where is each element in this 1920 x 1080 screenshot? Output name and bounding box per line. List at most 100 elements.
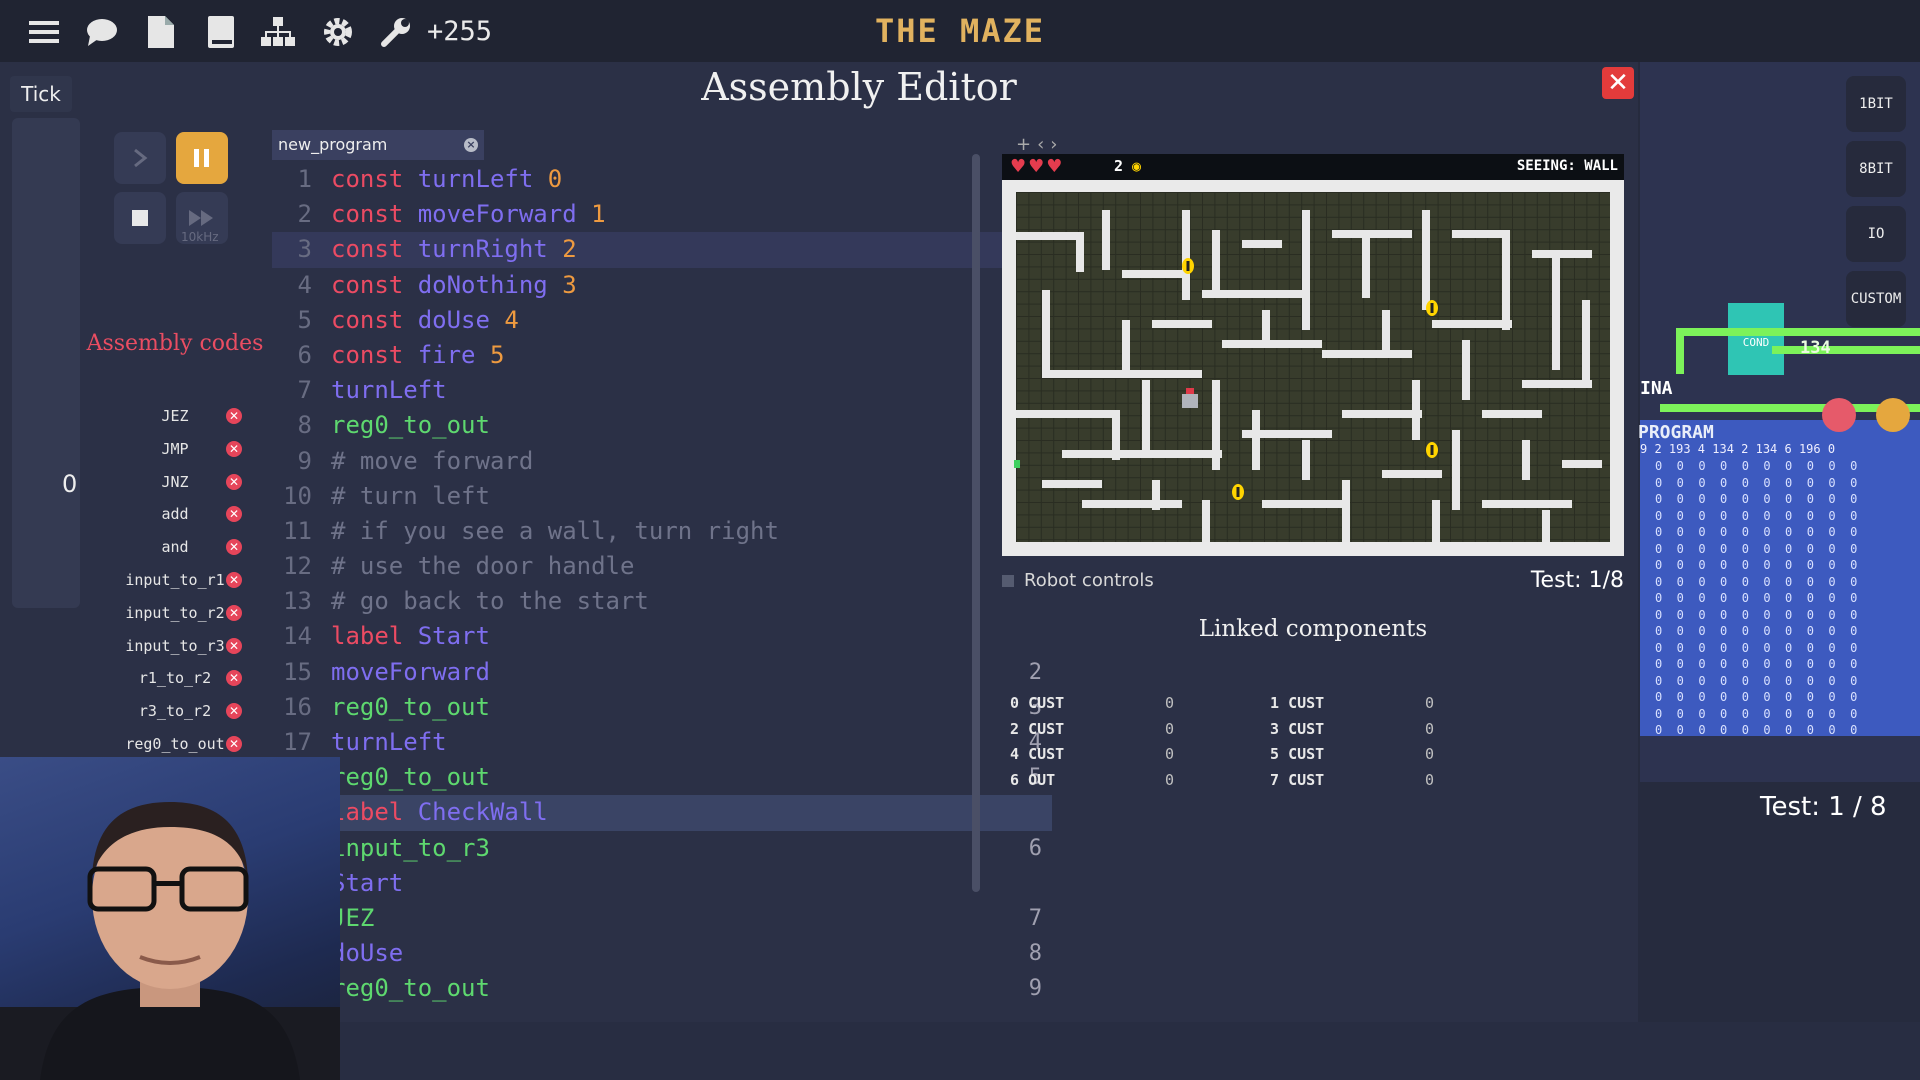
pause-button[interactable] [176,132,228,184]
wrench-icon[interactable] [378,14,414,50]
remove-code-icon[interactable]: ✕ [226,473,242,490]
code-scrollbar[interactable] [972,154,980,892]
code-line[interactable]: label CheckWall [272,795,1052,831]
tick-button[interactable]: Tick [10,76,72,112]
code-line[interactable]: 15 moveForward 2 [272,655,1052,690]
code-line[interactable]: 1 const turnLeft 0 [272,162,1052,197]
chat-icon[interactable] [84,14,120,50]
component-io-button[interactable]: IO [1846,206,1906,262]
line-number: 5 [297,305,312,334]
line-text: const doNothing 3 [331,270,577,299]
code-line[interactable]: 6 const fire 5 [272,338,1052,373]
component-8bit-button[interactable]: 8BIT [1846,141,1906,197]
code-line[interactable]: doUse 8 [272,936,1052,971]
code-line[interactable]: reg0_to_out 5 [272,760,1052,795]
remove-code-icon[interactable]: ✕ [226,571,242,588]
code-line[interactable]: 10 # turn left [272,479,1052,514]
code-line[interactable]: reg0_to_out 9 [272,971,1052,1006]
robot-controls-toggle[interactable]: Robot controls [1002,570,1154,591]
code-line[interactable]: 9 # move forward [272,444,1052,479]
assembly-code-item[interactable]: JMP ✕ [80,433,270,466]
tab-new-program[interactable]: new_program × [272,130,484,160]
line-text: const fire 5 [331,340,505,369]
address-number: 6 [1028,835,1042,861]
assembly-code-item[interactable]: r3_to_r2 ✕ [80,695,270,728]
assembly-code-item[interactable]: r1_to_r2 ✕ [80,662,270,695]
component-1bit-button[interactable]: 1BIT [1846,76,1906,132]
linked-component-value: 0 [1164,694,1174,712]
line-number: 12 [283,552,312,581]
remove-code-icon[interactable]: ✕ [226,408,242,424]
line-text: # go back to the start [331,587,649,616]
remove-code-icon[interactable]: ✕ [226,735,242,752]
test-counter: Test: 1/8 [1530,568,1624,593]
code-line[interactable]: JEZ 7 [272,901,1052,936]
line-number: 3 [297,235,312,264]
code-editor[interactable]: 1 const turnLeft 0 2 const moveForward 1 3 co… [272,162,1052,1008]
line-text: # use the door handle [331,552,635,581]
code-line[interactable]: 7turnLeft0 [272,373,1052,408]
assembly-code-item[interactable]: input_to_r2 ✕ [80,597,270,630]
code-line[interactable]: 17 turnLeft 4 [272,725,1052,760]
close-button[interactable]: ✕ [1602,67,1634,99]
assembly-code-item[interactable]: reg0_to_out ✕ [80,728,270,761]
line-text: turnLeft [331,728,447,756]
code-line[interactable]: input_to_r3 6 [272,831,1052,866]
assembly-code-item[interactable]: input_to_r3 ✕ [80,630,270,663]
line-text: reg0_to_out [331,692,490,721]
linked-component-7: 7 CUST [1270,770,1325,789]
background-side-panel [12,118,80,608]
code-line[interactable]: 12 # use the door handle [272,549,1052,584]
code-line[interactable]: 16 reg0_to_out 3 [272,690,1052,725]
edit-component-icon[interactable] [1876,398,1910,432]
stop-button[interactable] [114,192,166,244]
code-line[interactable]: 13 # go back to the start [272,584,1052,619]
assembly-code-item[interactable]: JNZ ✕ [80,466,270,499]
hierarchy-icon[interactable] [260,14,296,50]
code-line[interactable]: 8reg0_to_out1 [272,408,1052,443]
code-line[interactable]: 5 const doUse 4 [272,303,1052,338]
assembly-code-item[interactable]: add ✕ [80,498,270,531]
assembly-code-item[interactable]: input_to_r1 ✕ [80,564,270,597]
code-line[interactable]: 14 label Start [272,619,1052,654]
background-zero-value: 0 [62,470,78,498]
circuit-test-counter: Test: 1 / 8 [1760,792,1887,822]
line-number: 16 [283,692,312,721]
delete-component-icon[interactable] [1822,398,1856,432]
close-tab-icon[interactable]: × [464,138,478,152]
add-tab-icon[interactable]: + [1016,134,1037,155]
file-icon[interactable] [143,14,179,50]
code-line[interactable]: 2 const moveForward 1 [272,197,1052,232]
code-line[interactable]: 11 # if you see a wall, turn right [272,514,1052,549]
chevron-left-icon[interactable]: ‹ [1037,134,1050,155]
top-bar: +255 THE MAZE [0,0,1920,62]
checkbox-icon[interactable] [1002,575,1014,587]
remove-code-icon[interactable]: ✕ [226,440,242,457]
gear-icon[interactable] [320,14,356,50]
program-memory-grid: 0 0 0 0 0 0 0 0 0 0 0 0 0 0 0 0 0 0 0 0 … [1655,459,1858,737]
wire-top [1676,328,1920,336]
remove-code-icon[interactable]: ✕ [226,604,242,621]
assembly-code-item[interactable]: and ✕ [80,531,270,564]
book-icon[interactable] [203,14,239,50]
line-text: moveForward [331,657,490,686]
line-text: # move forward [331,446,534,475]
address-number: 9 [1028,976,1042,1002]
tab-label: new_program [278,135,388,154]
linked-component-value: 0 [1424,694,1434,712]
code-line[interactable]: Start [272,866,1052,901]
menu-icon[interactable] [26,14,62,50]
component-custom-button[interactable]: CUSTOM [1846,271,1906,327]
line-number: 7 [297,376,312,405]
code-line[interactable]: 4 const doNothing 3 [272,268,1052,303]
chevron-right-icon[interactable]: › [1050,134,1063,155]
code-line[interactable]: 10 [272,1007,1052,1009]
linked-component-value: 0 [1424,770,1434,789]
seeing-status: SEEING: WALL [1516,158,1618,174]
assembly-code-item[interactable]: JEZ ✕ [80,400,270,433]
line-text: reg0_to_out [331,411,490,440]
remove-code-icon[interactable]: ✕ [226,637,242,654]
code-line[interactable]: 3 const turnRight 2 [272,232,1052,268]
address-number: 2 [1028,659,1042,685]
step-button[interactable] [114,132,166,184]
